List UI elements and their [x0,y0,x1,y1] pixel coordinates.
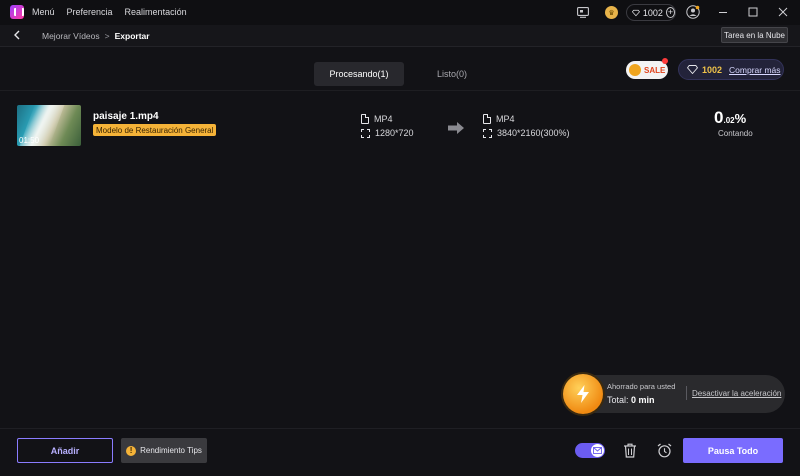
tab-done[interactable]: Listo(0) [407,62,497,86]
breadcrumb-separator: > [104,31,110,41]
saved-divider [686,386,687,400]
resolution-icon [361,128,370,138]
diamond-icon [632,9,640,16]
video-duration: 01:50 [19,136,40,145]
source-format-label: MP4 [374,114,393,124]
performance-tips-label: Rendimiento Tips [140,446,202,455]
file-icon [483,114,491,124]
source-resolution: 1280*720 [361,128,414,138]
screen-share-icon[interactable] [576,5,590,19]
source-format: MP4 [361,114,393,124]
mail-icon [593,447,602,454]
add-button[interactable]: Añadir [17,438,113,463]
target-format: MP4 [483,114,515,124]
file-name: paisaje 1.mp4 [93,111,159,122]
sale-coin-icon [629,64,641,76]
source-resolution-label: 1280*720 [375,128,414,138]
tab-processing[interactable]: Procesando(1) [314,62,404,86]
credits-balance: 1002 [702,64,723,75]
breadcrumb-current: Exportar [114,31,150,41]
toggle-knob [591,444,604,457]
saved-total-value: 0 min [631,395,655,405]
credits-count: 1002 [642,7,663,18]
buy-credits-pill: 1002 Comprar más [678,59,784,80]
target-resolution: 3840*2160(300%) [483,128,570,138]
resolution-icon [483,128,492,138]
premium-coin-icon[interactable]: ♛ [605,6,618,19]
bottom-divider [0,428,800,429]
model-tag: Modelo de Restauración General [93,124,217,136]
credits-pill[interactable]: 1002 + [626,4,676,21]
progress-status: Contando [718,129,753,138]
notification-toggle[interactable] [575,443,605,458]
breadcrumb-bar: Mejorar Vídeos > Exportar [0,25,800,47]
lightning-bolt-icon [563,374,603,414]
minimize-icon[interactable] [716,5,730,19]
add-credits-icon[interactable]: + [665,7,675,18]
main-menu: Menú Preferencia Realimentación [32,7,187,17]
performance-tips-button[interactable]: ! Rendimiento Tips [121,438,207,463]
saved-total: Total: 0 min [607,395,655,405]
sale-badge[interactable]: SALE [626,58,668,79]
buy-more-link[interactable]: Comprar más [729,65,780,75]
alarm-clock-icon[interactable] [657,443,672,458]
video-thumbnail: 01:50 [17,105,81,146]
breadcrumb-parent[interactable]: Mejorar Vídeos [42,31,100,41]
user-account-icon[interactable] [686,5,700,19]
progress-sign: % [734,111,747,126]
menu-item-preferences[interactable]: Preferencia [67,7,113,17]
progress-decimal: .02 [723,116,735,125]
target-resolution-label: 3840*2160(300%) [497,128,570,138]
sale-label: SALE [644,65,666,75]
menu-item-feedback[interactable]: Realimentación [125,7,187,17]
target-format-label: MP4 [496,114,515,124]
app-logo-icon [10,5,24,19]
back-arrow-icon[interactable] [13,30,23,42]
warning-icon: ! [126,445,137,456]
cloud-task-button[interactable]: Tarea en la Nube [721,27,788,43]
breadcrumb: Mejorar Vídeos > Exportar [42,31,150,41]
disable-acceleration-link[interactable]: Desactivar la aceleración [692,389,781,398]
arrow-right-icon [447,121,465,135]
menu-item-menu[interactable]: Menú [32,7,55,17]
close-icon[interactable] [776,5,790,19]
maximize-icon[interactable] [746,5,760,19]
pause-all-button[interactable]: Pausa Todo [683,438,783,463]
title-bar: Menú Preferencia Realimentación ♛ 1002 + [0,0,800,25]
file-icon [361,114,369,124]
trash-icon[interactable] [623,443,637,458]
diamond-icon [687,65,698,74]
progress-percentage: 0.02% [714,108,746,128]
saved-label: Ahorrado para usted [607,382,676,391]
saved-total-label: Total: [607,395,629,405]
tabs-divider [0,90,800,91]
notification-dot [662,58,668,64]
